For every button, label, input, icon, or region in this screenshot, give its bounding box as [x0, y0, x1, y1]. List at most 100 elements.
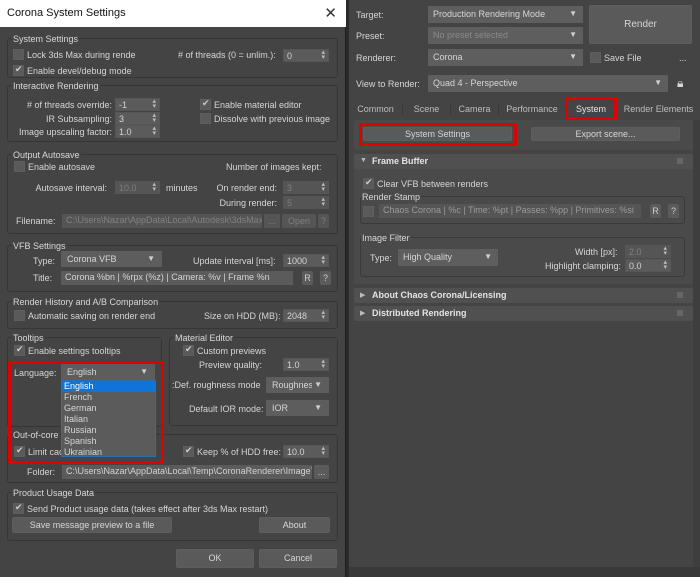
language-option[interactable]: Ukrainian: [62, 447, 155, 458]
filename-browse-button[interactable]: ...: [264, 214, 280, 228]
spinner-arrows-icon[interactable]: ▴ ▾: [152, 182, 156, 193]
ior-mode-dropdown[interactable]: IOR ▼: [266, 400, 329, 416]
language-option[interactable]: Russian: [62, 425, 155, 436]
spinner-arrows-icon[interactable]: ▴ ▾: [321, 255, 325, 266]
language-option[interactable]: English: [62, 381, 155, 392]
renderer-dropdown[interactable]: Corona ▼: [428, 49, 583, 66]
enable-autosave-checkbox[interactable]: [14, 161, 25, 172]
roughness-mode-dropdown[interactable]: Roughness ▼: [266, 377, 329, 393]
filename-field[interactable]: C:\Users\Nazar\AppData\Local\Autodesk\3d…: [62, 214, 262, 228]
save-file-browse-button[interactable]: ...: [679, 53, 687, 63]
rollout-grip-icon[interactable]: [677, 292, 683, 298]
spinner-arrows-icon[interactable]: ▴ ▾: [321, 310, 325, 321]
keep-hdd-free-checkbox[interactable]: [183, 445, 194, 457]
tab-common[interactable]: Common: [349, 99, 402, 119]
keep-hdd-free-spinner[interactable]: 10.0 ▴ ▾: [283, 445, 329, 458]
upscaling-spinner[interactable]: 1.0 ▴ ▾: [115, 125, 160, 138]
render-stamp-help-button[interactable]: ?: [668, 204, 679, 218]
target-dropdown[interactable]: Production Rendering Mode ▼: [428, 6, 583, 23]
threads-override-spinner[interactable]: -1 ▴ ▾: [115, 98, 160, 111]
autosave-help-button[interactable]: ?: [318, 214, 329, 228]
render-stamp-field[interactable]: Chaos Corona | %c | Time: %pt | Passes: …: [379, 204, 641, 218]
rollout-grip-icon[interactable]: [677, 158, 683, 164]
enable-tooltips-checkbox[interactable]: [14, 344, 25, 356]
material-editor-checkbox[interactable]: [200, 98, 211, 110]
auto-saving-label: Automatic saving on render end: [28, 311, 156, 321]
dissolve-checkbox[interactable]: [200, 113, 211, 124]
rollout-grip-icon[interactable]: [677, 310, 683, 316]
dialog-titlebar[interactable]: Corona System Settings ✕: [0, 0, 346, 27]
during-render-label: During render:: [219, 198, 277, 208]
during-render-spinner[interactable]: 5 ▴ ▾: [283, 196, 329, 209]
preview-quality-spinner[interactable]: 1.0 ▴ ▾: [283, 358, 329, 371]
spinner-arrows-icon[interactable]: ▴ ▾: [152, 126, 156, 137]
close-icon[interactable]: ✕: [324, 4, 337, 22]
save-preview-button[interactable]: Save message preview to a file: [12, 517, 172, 533]
language-option[interactable]: French: [62, 392, 155, 403]
lock-icon[interactable]: 🔒︎: [677, 76, 683, 91]
folder-field[interactable]: C:\Users\Nazar\AppData\Local\Temp\Corona…: [62, 465, 312, 479]
during-render-value: 5: [287, 198, 293, 208]
debug-mode-checkbox[interactable]: [13, 64, 24, 76]
spinner-arrows-icon[interactable]: ▴ ▾: [663, 246, 667, 257]
tab-render-elements[interactable]: Render Elements: [617, 99, 700, 119]
tab-scene[interactable]: Scene: [403, 99, 450, 119]
threads-value: 0: [287, 51, 293, 61]
tab-performance[interactable]: Performance: [499, 99, 565, 119]
language-option[interactable]: German: [62, 403, 155, 414]
filter-type-dropdown[interactable]: High Quality ▼: [398, 249, 498, 266]
expand-triangle-icon: ▼: [360, 157, 367, 164]
save-file-checkbox[interactable]: [590, 52, 601, 63]
folder-browse-button[interactable]: ...: [314, 465, 329, 479]
chevron-down-icon: ▼: [147, 254, 155, 263]
spinner-arrows-icon[interactable]: ▴ ▾: [321, 446, 325, 457]
autosave-interval-label: Autosave interval:: [35, 183, 107, 193]
view-to-render-dropdown[interactable]: Quad 4 - Perspective ▼: [428, 75, 668, 92]
on-render-end-value: 3: [287, 183, 293, 193]
ir-subsampling-spinner[interactable]: 3 ▴ ▾: [115, 112, 160, 125]
cancel-button[interactable]: Cancel: [259, 549, 337, 568]
update-interval-spinner[interactable]: 1000 ▴ ▾: [283, 254, 329, 267]
threads-spinner[interactable]: 0 ▴ ▾: [283, 49, 329, 62]
vfb-type-dropdown[interactable]: Corona VFB ▼: [61, 251, 162, 267]
tooltips-label: Tooltips: [12, 333, 45, 343]
open-button[interactable]: Open: [282, 214, 316, 228]
vfb-title-help-button[interactable]: ?: [320, 271, 331, 285]
language-option[interactable]: Italian: [62, 414, 155, 425]
render-stamp-reset-button[interactable]: R: [650, 204, 661, 218]
about-licensing-rollout[interactable]: ▶ About Chaos Corona/Licensing: [354, 288, 693, 303]
autosave-interval-spinner[interactable]: 10.0 ▴ ▾: [115, 181, 160, 194]
spinner-arrows-icon[interactable]: ▴ ▾: [321, 359, 325, 370]
size-on-hdd-spinner[interactable]: 2048 ▴ ▾: [283, 309, 329, 322]
clear-vfb-checkbox[interactable]: [363, 177, 374, 189]
highlight-clamping-spinner[interactable]: 0.0 ▴ ▾: [625, 259, 671, 272]
frame-buffer-header[interactable]: ▼ Frame Buffer: [354, 154, 693, 169]
output-autosave-label: Output Autosave: [12, 150, 81, 160]
spinner-arrows-icon[interactable]: ▴ ▾: [663, 260, 667, 271]
lock-max-checkbox[interactable]: [13, 49, 24, 60]
spinner-arrows-icon[interactable]: ▴ ▾: [321, 50, 325, 61]
send-usage-checkbox[interactable]: [13, 502, 24, 514]
language-option[interactable]: Spanish: [62, 436, 155, 447]
export-scene-button[interactable]: Export scene...: [531, 127, 680, 141]
ok-button[interactable]: OK: [176, 549, 254, 568]
about-button[interactable]: About: [259, 517, 330, 533]
auto-saving-checkbox[interactable]: [14, 310, 25, 321]
panel-scroll-track[interactable]: [693, 120, 700, 567]
spinner-arrows-icon[interactable]: ▴ ▾: [152, 113, 156, 124]
render-stamp-checkbox[interactable]: [363, 206, 374, 217]
preset-dropdown[interactable]: No preset selected ▼: [428, 27, 583, 44]
render-button[interactable]: Render: [589, 5, 692, 44]
distributed-rendering-rollout[interactable]: ▶ Distributed Rendering: [354, 306, 693, 321]
tab-camera[interactable]: Camera: [451, 99, 498, 119]
custom-previews-checkbox[interactable]: [183, 344, 194, 356]
spinner-arrows-icon[interactable]: ▴ ▾: [321, 182, 325, 193]
roughness-mode-label: Def. roughness mode:: [172, 380, 261, 390]
on-render-end-spinner[interactable]: 3 ▴ ▾: [283, 181, 329, 194]
renderer-label: Renderer:: [356, 53, 397, 63]
filter-width-spinner[interactable]: 2.0 ▴ ▾: [625, 245, 671, 258]
vfb-title-reset-button[interactable]: R: [302, 271, 313, 285]
vfb-title-field[interactable]: Corona %bn | %rpx (%z) | Camera: %v | Fr…: [61, 271, 293, 285]
spinner-arrows-icon[interactable]: ▴ ▾: [152, 99, 156, 110]
spinner-arrows-icon[interactable]: ▴ ▾: [321, 197, 325, 208]
